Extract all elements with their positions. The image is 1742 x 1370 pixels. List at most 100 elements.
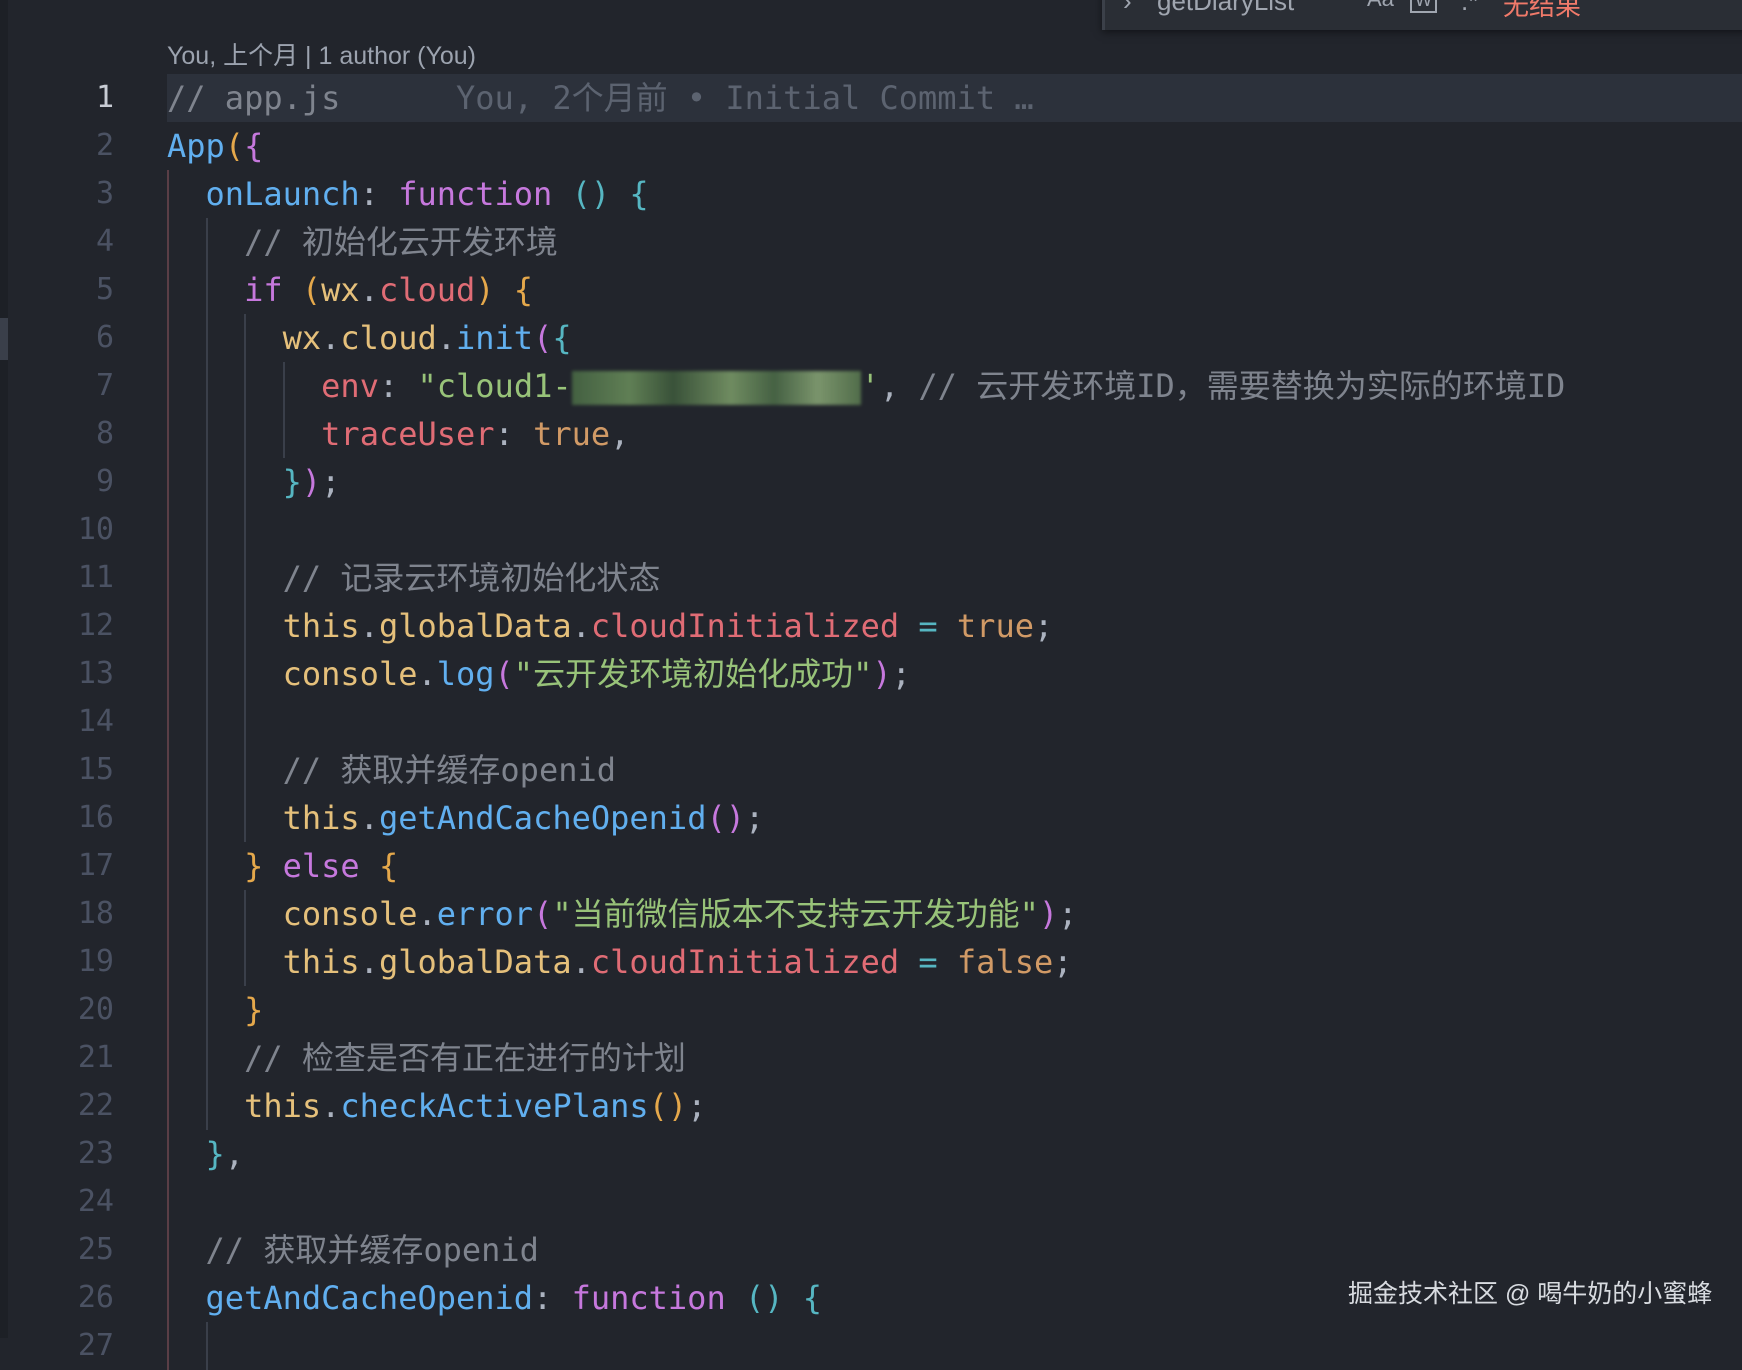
code-token: env xyxy=(321,367,379,405)
code-line[interactable]: 6 wx.cloud.init({ xyxy=(0,314,1742,362)
code-line[interactable]: 9}); xyxy=(0,458,1742,506)
indent-guide xyxy=(205,602,208,650)
match-case-button[interactable]: Aa xyxy=(1367,0,1394,12)
code-token: ( xyxy=(224,127,245,165)
code-line[interactable]: 23}, xyxy=(0,1130,1742,1178)
indent-guide xyxy=(205,362,208,410)
indent-guide xyxy=(167,218,169,266)
line-number: 18 xyxy=(77,896,114,931)
code-line[interactable]: 3 onLaunch: function () { xyxy=(0,170,1742,218)
indent-guide xyxy=(167,1082,169,1130)
line-number: 27 xyxy=(77,1328,114,1363)
code-line[interactable]: 4 // 初始化云开发环境 xyxy=(0,218,1742,266)
code-line[interactable]: 24 xyxy=(0,1178,1742,1226)
code-line[interactable]: 16 this.getAndCacheOpenid(); xyxy=(0,794,1742,842)
indent-guide xyxy=(167,554,169,602)
indent-guide xyxy=(167,1034,169,1082)
code-line[interactable]: 15 // 获取并缓存openid xyxy=(0,746,1742,794)
code-line[interactable]: 21 // 检查是否有正在进行的计划 xyxy=(0,1034,1742,1082)
code-line[interactable]: 5 if (wx.cloud) { xyxy=(0,266,1742,314)
code-token: checkActivePlans xyxy=(340,1087,649,1125)
code-token: . xyxy=(359,943,379,981)
code-token: // 检查是否有正在进行的计划 xyxy=(244,1039,686,1077)
regex-button[interactable]: .* xyxy=(1461,0,1478,17)
line-number: 23 xyxy=(77,1136,114,1171)
code-line[interactable]: 7 env: "cloud1- ', // 云开发环境ID，需要替换为实际的环境ID xyxy=(0,362,1742,410)
code-line[interactable]: 19 this.globalData.cloudInitialized = fal… xyxy=(0,938,1742,986)
find-input[interactable]: getDiaryList xyxy=(1157,0,1294,17)
code-token: . xyxy=(321,319,341,357)
code-token: "cloud1- xyxy=(417,367,572,405)
code-line[interactable]: 13 console.log("云开发环境初始化成功"); xyxy=(0,650,1742,698)
code-line[interactable]: 8 traceUser: true, xyxy=(0,410,1742,458)
line-number: 26 xyxy=(77,1280,114,1315)
code-line[interactable]: 12 this.globalData.cloudInitialized = tru… xyxy=(0,602,1742,650)
code-token: , xyxy=(224,1135,245,1173)
code-line[interactable]: 25 // 获取并缓存openid xyxy=(0,1226,1742,1274)
line-number: 25 xyxy=(77,1232,114,1267)
code-line[interactable]: 17} else { xyxy=(0,842,1742,890)
indent-guide xyxy=(244,362,247,410)
find-widget: › getDiaryList Aa W .* 无结果 xyxy=(1102,0,1742,30)
indent-guide xyxy=(282,362,285,410)
code-token: "云开发环境初始化成功" xyxy=(513,655,873,693)
code-token: init xyxy=(456,319,534,357)
code-token: if xyxy=(244,271,283,309)
code-text: // 初始化云开发环境 xyxy=(244,218,558,266)
code-token: else xyxy=(282,847,360,885)
chevron-right-icon[interactable]: › xyxy=(1123,0,1132,17)
indent-guide xyxy=(205,1322,208,1370)
code-text: // app.js You, 2个月前 • Initial Commit … xyxy=(167,74,1034,122)
code-token: "当前微信版本不支持云开发功能" xyxy=(552,895,1039,933)
code-line[interactable]: 14 xyxy=(0,698,1742,746)
indent-guide xyxy=(205,1034,208,1082)
indent-guide xyxy=(167,362,169,410)
indent-guide xyxy=(244,650,247,698)
code-line[interactable]: 22 this.checkActivePlans(); xyxy=(0,1082,1742,1130)
indent-guide xyxy=(205,266,208,314)
code-line[interactable]: 10 xyxy=(0,506,1742,554)
line-number: 9 xyxy=(95,464,114,499)
code-token: : xyxy=(359,175,399,213)
code-token: // 记录云环境初始化状态 xyxy=(282,559,661,597)
line-number: 1 xyxy=(95,80,114,115)
code-text: // 获取并缓存openid xyxy=(206,1226,539,1274)
code-line[interactable]: 18 console.error("当前微信版本不支持云开发功能"); xyxy=(0,890,1742,938)
indent-guide xyxy=(244,938,247,986)
code-line[interactable]: 27 xyxy=(0,1322,1742,1370)
indent-guide xyxy=(205,458,208,506)
indent-guide xyxy=(167,314,169,362)
indent-guide xyxy=(167,1130,169,1178)
code-token: . xyxy=(359,607,379,645)
indent-guide xyxy=(167,986,169,1034)
code-token: . xyxy=(321,1087,341,1125)
code-line[interactable]: 1 // app.js You, 2个月前 • Initial Commit … xyxy=(0,74,1742,122)
code-line[interactable]: 11 // 记录云环境初始化状态 xyxy=(0,554,1742,602)
code-token: } xyxy=(282,463,302,501)
code-line[interactable]: 2 App({ xyxy=(0,122,1742,170)
code-line[interactable]: 20} xyxy=(0,986,1742,1034)
code-token: = xyxy=(918,943,938,981)
code-token: { xyxy=(552,319,572,357)
line-number: 22 xyxy=(77,1088,114,1123)
inline-blame[interactable]: You, 2个月前 • Initial Commit … xyxy=(340,79,1034,117)
whole-word-button[interactable]: W xyxy=(1410,0,1437,13)
blame-codelens[interactable]: You, 上个月 | 1 author (You) xyxy=(167,36,476,72)
indent-guide xyxy=(205,1082,208,1130)
code-token: . xyxy=(571,607,591,645)
line-number: 17 xyxy=(77,848,114,883)
code-token: { xyxy=(244,127,264,165)
code-token: // 初始化云开发环境 xyxy=(244,223,558,261)
code-token: : xyxy=(494,415,534,453)
code-token: . xyxy=(359,799,379,837)
indent-guide xyxy=(205,938,208,986)
code-token: console xyxy=(282,895,418,933)
code-token: error xyxy=(436,895,534,933)
code-token: wx xyxy=(321,271,360,309)
code-token: } xyxy=(244,847,264,885)
code-token: function xyxy=(398,175,553,213)
